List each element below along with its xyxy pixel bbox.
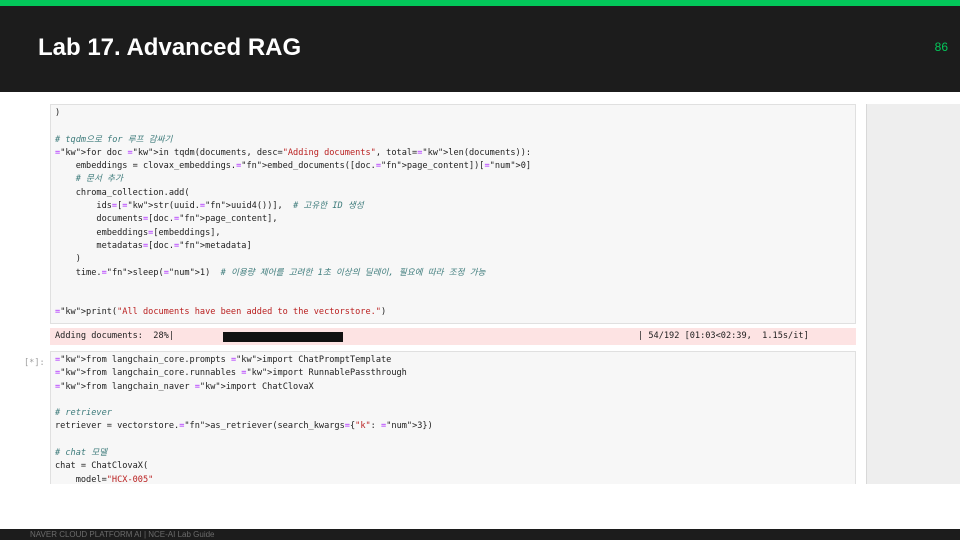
code-cell-2-source[interactable]: ="kw">from langchain_core.prompts ="kw">…	[51, 352, 855, 484]
code-line: ="kw">print("All documents have been add…	[55, 307, 387, 318]
slide-header: Lab 17. Advanced RAG 86	[0, 6, 960, 92]
code-line: ​	[55, 293, 855, 306]
progress-bar	[223, 332, 356, 342]
code-line: ="kw">from langchain_core.prompts ="kw">…	[55, 355, 392, 365]
notebook-screenshot: )​# tqdm으로 for 루프 감싸기="kw">for doc ="kw"…	[0, 92, 960, 484]
notebook-side-panel	[866, 104, 960, 484]
code-line: metadatas=[doc.="fn">metadata]	[55, 240, 252, 251]
code-line: # tqdm으로 for 루프 감싸기	[55, 134, 173, 145]
progress-stats: | 54/192 [01:03<02:39, 1.15s/it]	[638, 331, 809, 341]
code-line: ​	[55, 280, 855, 293]
code-line: ids=[="kw">str(uuid.="fn">uuid4())], # 고…	[55, 201, 364, 212]
code-line: embeddings=[embeddings],	[55, 227, 221, 238]
code-line: ​	[55, 120, 855, 133]
code-cell-1-source[interactable]: )​# tqdm으로 for 루프 감싸기="kw">for doc ="kw"…	[51, 105, 855, 320]
footer-text: NAVER CLOUD PLATFORM AI | NCE-AI Lab Gui…	[30, 530, 215, 539]
code-line: )	[55, 108, 61, 118]
code-line: documents=[doc.="fn">page_content],	[55, 214, 278, 225]
code-line: ="kw">for doc ="kw">in tqdm(documents, d…	[55, 147, 532, 158]
code-line: chat = ChatClovaX(	[55, 461, 149, 472]
slide-title: Lab 17. Advanced RAG	[38, 34, 302, 61]
code-line: embeddings = clovax_embeddings.="fn">emb…	[55, 161, 532, 172]
code-line: retriever = vectorstore.="fn">as_retriev…	[55, 421, 433, 432]
code-line: ="kw">from langchain_naver ="kw">import …	[55, 381, 314, 392]
progress-label: Adding documents: 28%|	[55, 331, 174, 341]
page-number: 86	[934, 40, 948, 54]
code-line: # 문서 추가	[75, 174, 123, 185]
code-line: ="kw">from langchain_core.runnables ="kw…	[55, 368, 407, 379]
code-line: # retriever	[55, 408, 112, 419]
code-cell-2[interactable]: ="kw">from langchain_core.prompts ="kw">…	[50, 351, 856, 484]
code-line: # chat 모델	[55, 448, 108, 459]
code-line: ​	[55, 394, 855, 407]
code-line: time.="fn">sleep(="num">1) # 이용량 제어를 고려한…	[55, 267, 486, 278]
code-line: ​	[55, 434, 855, 447]
progress-bar-fill	[223, 332, 343, 342]
cell-2-prompt: [*]:	[24, 358, 45, 368]
code-line: chroma_collection.add(	[55, 187, 190, 198]
progress-output: Adding documents: 28%| | 54/192 [01:03<0…	[50, 328, 856, 345]
code-cell-1[interactable]: )​# tqdm으로 for 루프 감싸기="kw">for doc ="kw"…	[50, 104, 856, 324]
code-line: model="HCX-005"	[55, 474, 154, 484]
code-line: )	[55, 254, 81, 265]
